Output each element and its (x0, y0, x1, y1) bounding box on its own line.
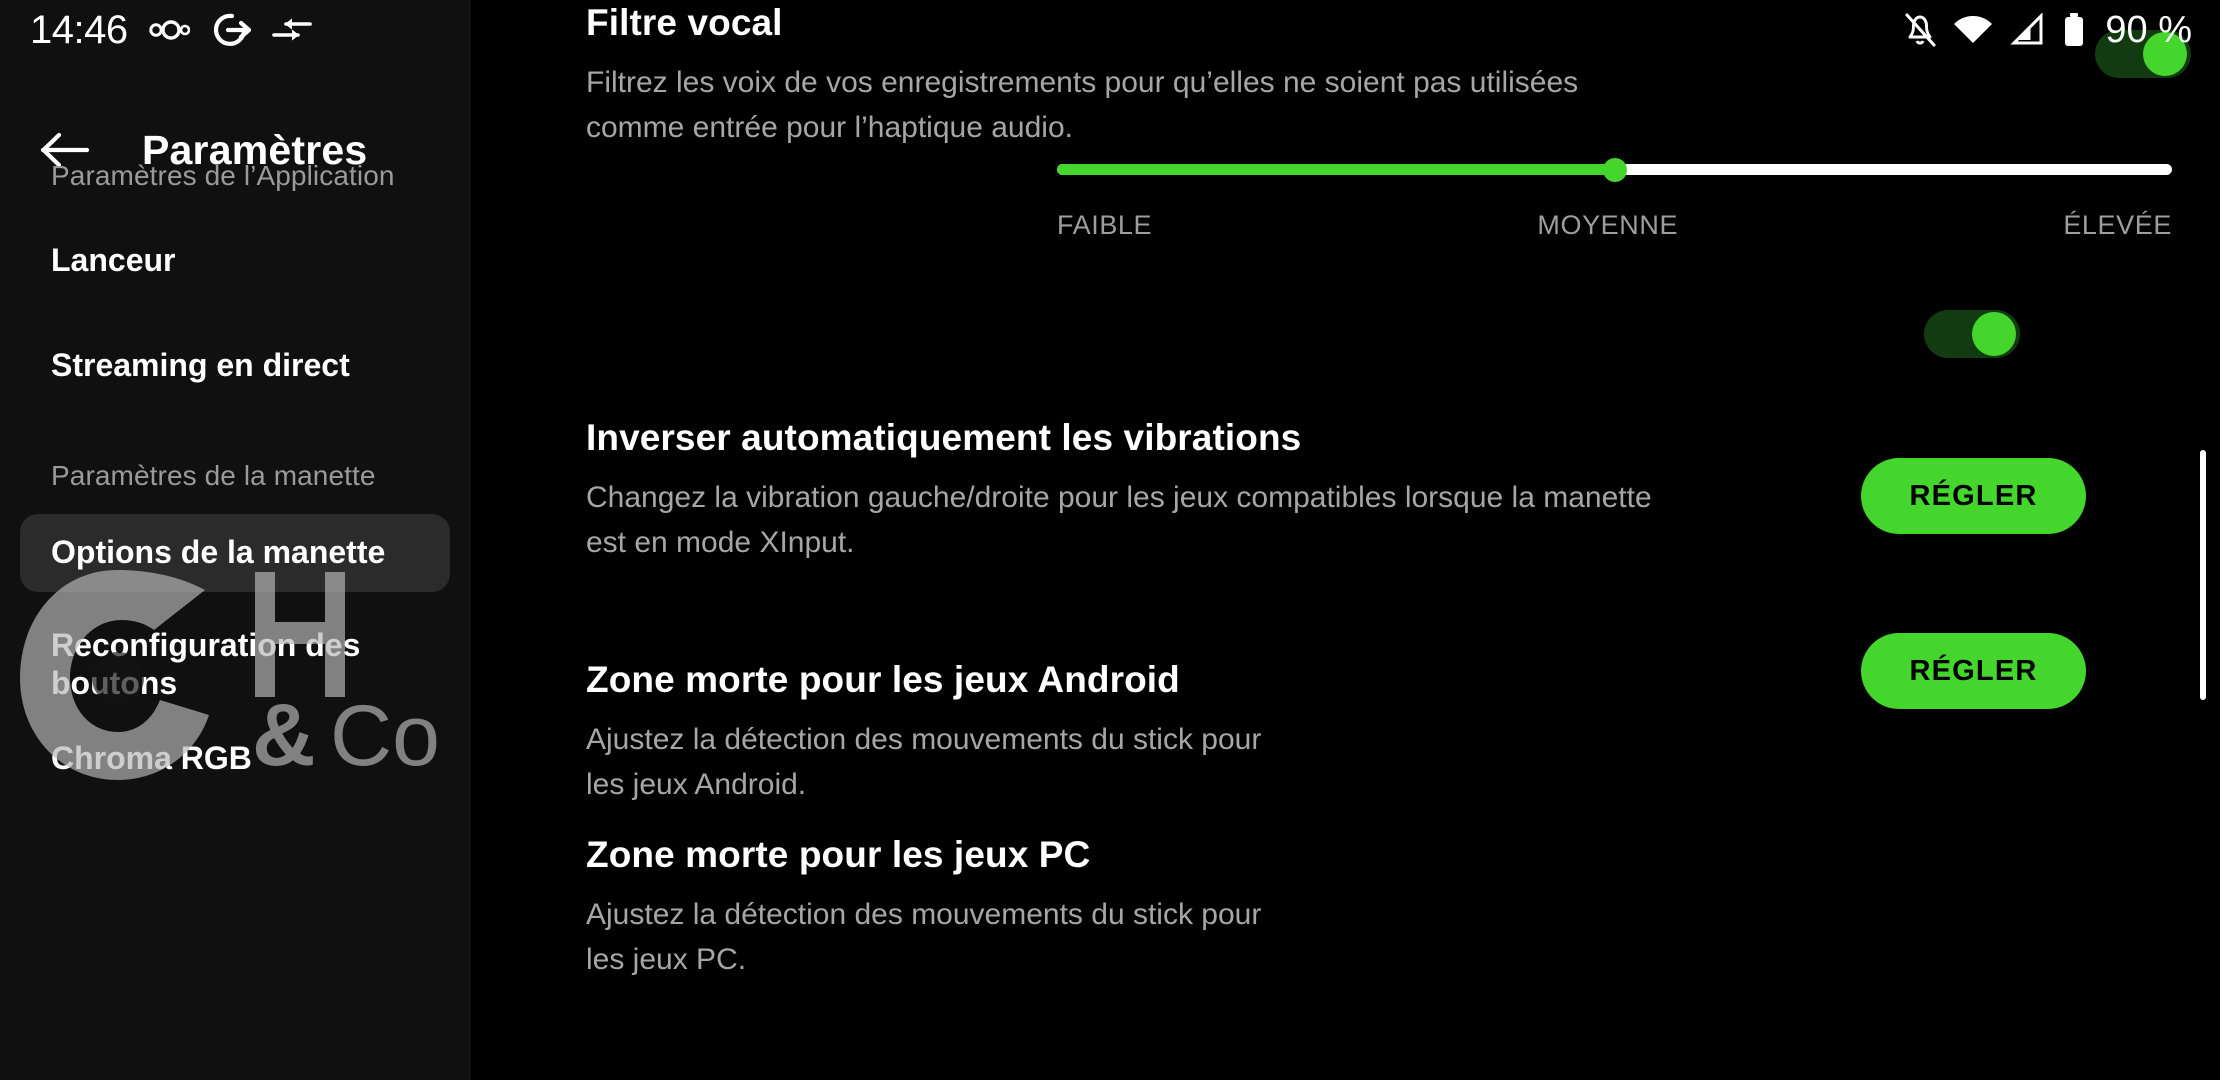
setting-row-voice-filter: Filtre vocal Filtrez les voix de vos enr… (471, 0, 2220, 150)
slider-fill (1057, 164, 1615, 175)
sidebar-item-label: Lanceur (51, 242, 176, 278)
sidebar-item-reconfiguration-des-boutons[interactable]: Reconfiguration des boutons (20, 613, 380, 717)
voice-filter-description: Filtrez les voix de vos enregistrements … (586, 66, 1579, 144)
slider-label-medium: MOYENNE (1537, 210, 1679, 240)
phone-screen: Filtre vocal Filtrez les voix de vos enr… (0, 0, 2220, 1080)
slider-label-high: ÉLEVÉE (2063, 210, 2172, 240)
settings-content-panel: Filtre vocal Filtrez les voix de vos enr… (471, 0, 2220, 1080)
voice-filter-toggle-knob (2143, 32, 2187, 76)
deadzone-android-adjust-button[interactable]: RÉGLER (1861, 458, 2086, 534)
sidebar-item-label: Streaming en direct (51, 347, 350, 383)
sidebar-item-label: Reconfiguration des boutons (51, 627, 361, 701)
slider-scale-labels: FAIBLE MOYENNE ÉLEVÉE (1057, 210, 2172, 241)
auto-swap-vibration-toggle-knob (1972, 312, 2016, 356)
sidebar-item-chroma-rgb[interactable]: Chroma RGB (20, 726, 450, 792)
auto-swap-vibration-title: Inverser automatiquement les vibrations (586, 417, 1302, 458)
sidebar-item-streaming-en-direct[interactable]: Streaming en direct (20, 333, 450, 399)
sidebar-item-label: Options de la manette (51, 534, 386, 570)
voice-filter-slider[interactable] (1057, 155, 2172, 185)
deadzone-pc-adjust-button[interactable]: RÉGLER (1861, 633, 2086, 709)
sidebar-group-label-app: Paramètres de l’Application (51, 160, 395, 191)
sidebar-item-lanceur[interactable]: Lanceur (20, 228, 450, 294)
auto-swap-vibration-description: Changez la vibration gauche/droite pour … (586, 481, 1652, 559)
slider-label-low: FAIBLE (1057, 210, 1153, 240)
voice-filter-title: Filtre vocal (586, 2, 783, 43)
auto-swap-vibration-toggle[interactable] (1924, 310, 2020, 358)
slider-thumb[interactable] (1602, 158, 1627, 182)
deadzone-pc-description: Ajustez la détection des mouvements du s… (586, 898, 1262, 976)
setting-row-deadzone-pc: Zone morte pour les jeux PC Ajustez la d… (471, 832, 2220, 982)
deadzone-android-description: Ajustez la détection des mouvements du s… (586, 723, 1262, 801)
sidebar-item-options-de-la-manette[interactable]: Options de la manette (20, 514, 450, 592)
sidebar-group-label-controller: Paramètres de la manette (51, 460, 376, 491)
deadzone-pc-title: Zone morte pour les jeux PC (586, 834, 1091, 875)
voice-filter-toggle[interactable] (2095, 30, 2191, 78)
settings-sidebar: Paramètres Paramètres de l’Application L… (0, 0, 471, 1080)
content-scrollbar[interactable] (2200, 450, 2206, 700)
sidebar-item-label: Chroma RGB (51, 740, 252, 776)
